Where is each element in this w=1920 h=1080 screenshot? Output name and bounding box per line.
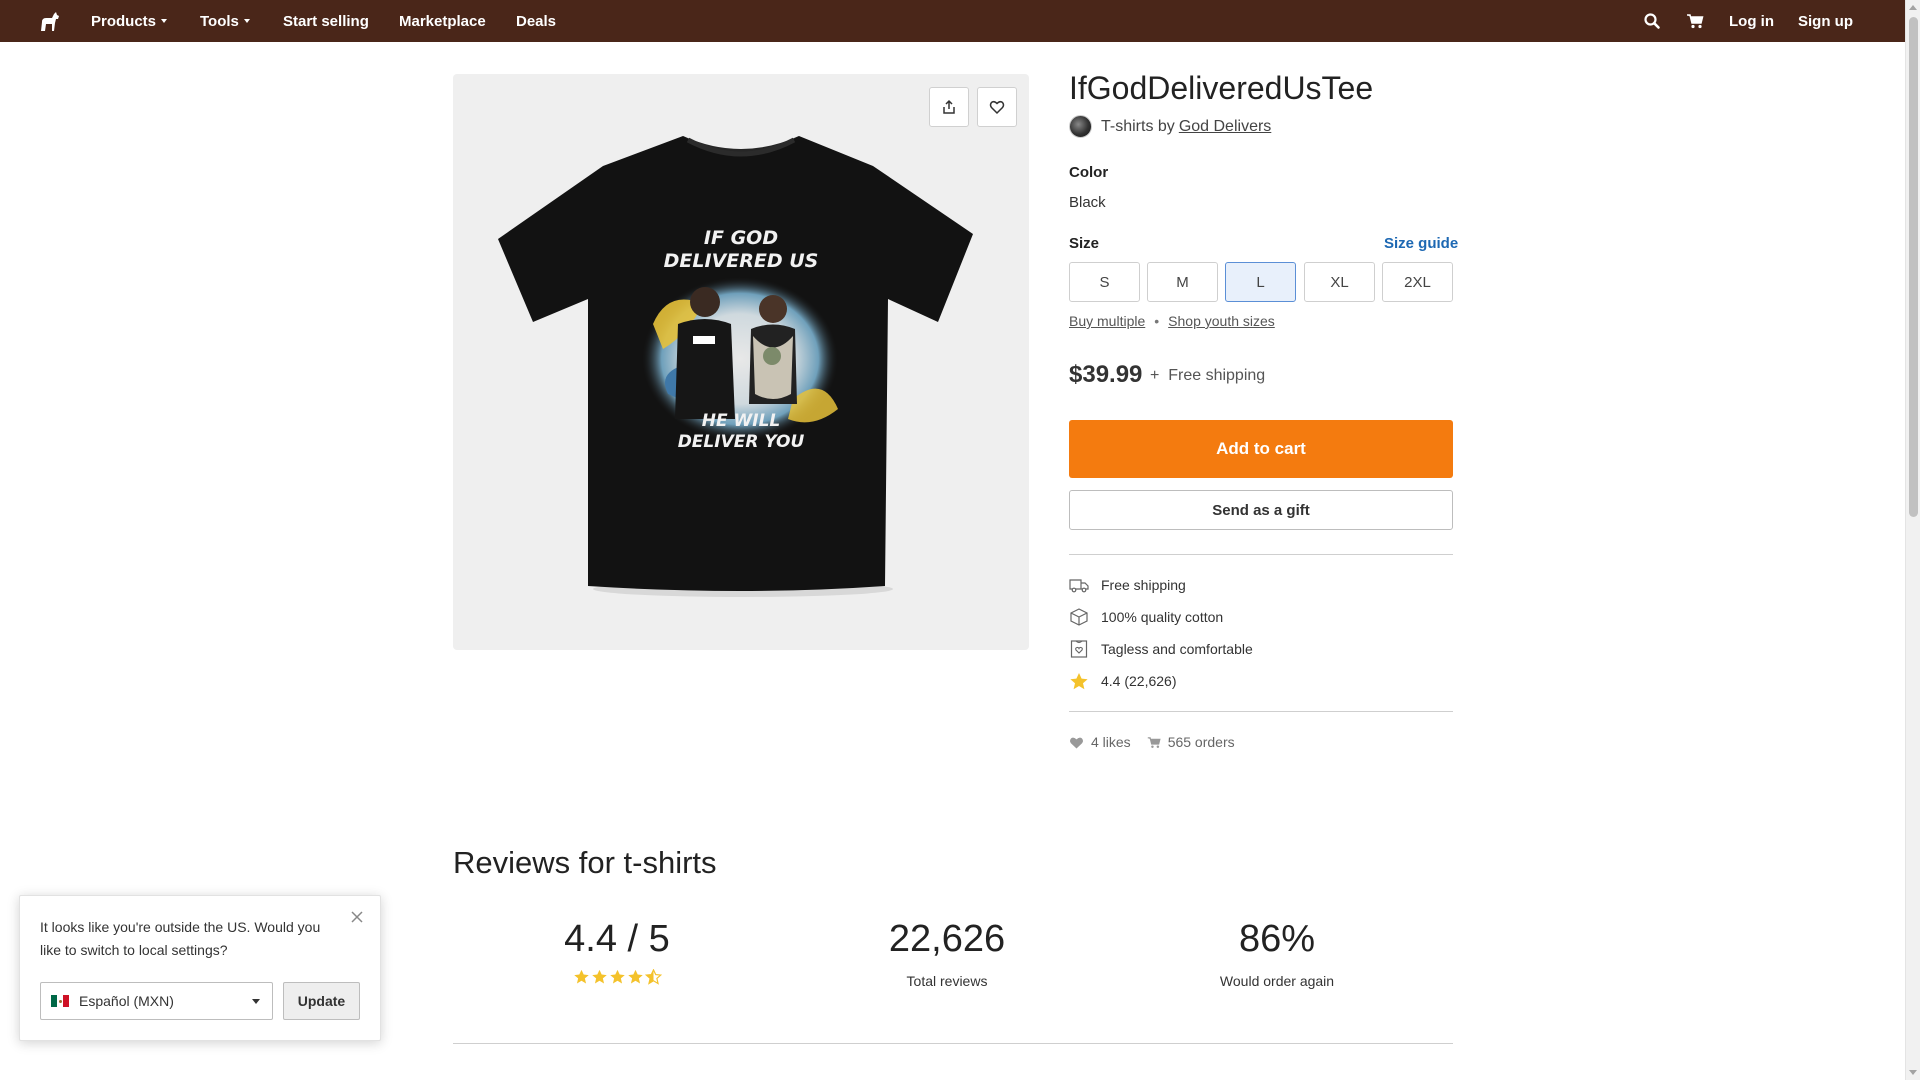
- locale-message: It looks like you're outside the US. Wou…: [40, 919, 321, 958]
- box-icon: [1069, 607, 1089, 627]
- star-icon: [573, 969, 589, 984]
- tshirt-image: IF GOD DELIVERED US HE WILL DELIVER YOU: [498, 136, 973, 597]
- tag-icon: [1069, 639, 1089, 659]
- star-icon: [627, 969, 643, 984]
- rating-stars: [497, 969, 737, 985]
- share-icon: [943, 99, 955, 114]
- heart-icon: [1070, 737, 1083, 749]
- product-byline: T-shirts by God Delivers: [1069, 115, 1271, 138]
- svg-text:DELIVERED US: DELIVERED US: [664, 250, 819, 272]
- divider: [1069, 554, 1453, 555]
- chevron-down-icon: [161, 19, 168, 23]
- product-image[interactable]: IF GOD DELIVERED US HE WILL DELIVER YOU: [453, 74, 1029, 650]
- cart-icon: [1147, 736, 1161, 748]
- top-nav: Products Tools Start selling Marketplace…: [0, 0, 1905, 42]
- product-category: T-shirts: [1101, 117, 1154, 135]
- feature-rating: 4.4 (22,626): [1069, 671, 1177, 691]
- nav-products[interactable]: Products: [91, 0, 168, 42]
- chevron-down-icon: [252, 999, 260, 1004]
- nav-marketplace[interactable]: Marketplace: [399, 0, 486, 42]
- product-stats: 4 likes 565 orders: [1069, 734, 1251, 750]
- review-rating-stat: 4.4 / 5: [497, 918, 737, 985]
- size-guide-link[interactable]: Size guide: [1384, 235, 1458, 252]
- scroll-up-icon[interactable]: [1909, 5, 1917, 10]
- chevron-down-icon: [243, 19, 250, 23]
- reviews-title: Reviews for t-shirts: [453, 845, 717, 880]
- buy-multiple-link[interactable]: Buy multiple: [1069, 313, 1145, 329]
- product-title: IfGodDeliveredUsTee: [1069, 70, 1374, 106]
- login-link[interactable]: Log in: [1729, 0, 1774, 42]
- shirt-text-top: IF GOD: [704, 227, 778, 249]
- size-option-l[interactable]: L: [1225, 262, 1296, 302]
- size-option-s[interactable]: S: [1069, 262, 1140, 302]
- share-button[interactable]: [929, 87, 969, 127]
- size-label: Size: [1069, 235, 1100, 252]
- update-locale-button[interactable]: Update: [283, 982, 360, 1020]
- size-option-2xl[interactable]: 2XL: [1382, 262, 1453, 302]
- size-option-xl[interactable]: XL: [1304, 262, 1375, 302]
- size-links: Buy multiple • Shop youth sizes: [1069, 313, 1275, 329]
- heart-icon: [989, 100, 1005, 115]
- cart-icon[interactable]: [1686, 12, 1704, 30]
- color-label: Color: [1069, 164, 1109, 181]
- artist-link[interactable]: God Delivers: [1179, 118, 1271, 136]
- locale-select[interactable]: Español (MXN): [40, 982, 273, 1020]
- divider: [1069, 711, 1453, 712]
- scroll-thumb[interactable]: [1909, 17, 1918, 517]
- size-option-m[interactable]: M: [1147, 262, 1218, 302]
- divider: [453, 1043, 1453, 1044]
- star-icon: [591, 969, 607, 984]
- mexico-flag-icon: [51, 995, 69, 1007]
- add-to-cart-button[interactable]: Add to cart: [1069, 420, 1453, 478]
- nav-start-selling[interactable]: Start selling: [283, 0, 369, 42]
- color-value: Black: [1069, 194, 1106, 211]
- star-icon: [609, 969, 625, 984]
- signup-link[interactable]: Sign up: [1798, 0, 1853, 42]
- scroll-down-icon[interactable]: [1909, 1070, 1917, 1075]
- review-again: 86%: [1238, 918, 1316, 960]
- review-again-label: Would order again: [1219, 973, 1335, 989]
- review-rating: 4.4 / 5: [564, 918, 670, 960]
- locale-popup: It looks like you're outside the US. Wou…: [19, 895, 381, 1041]
- favorite-button[interactable]: [977, 87, 1017, 127]
- svg-text:DELIVER YOU: DELIVER YOU: [678, 432, 805, 452]
- artist-avatar[interactable]: [1069, 115, 1092, 138]
- price-shipping: + Free shipping: [1150, 367, 1266, 384]
- feature-tagless: Tagless and comfortable: [1069, 639, 1253, 659]
- youth-sizes-link[interactable]: Shop youth sizes: [1168, 313, 1275, 329]
- nav-deals[interactable]: Deals: [516, 0, 556, 42]
- search-icon[interactable]: [1643, 12, 1661, 30]
- review-total-label: Total reviews: [906, 973, 988, 989]
- truck-icon: [1069, 575, 1089, 595]
- review-total-stat: 22,626 Total reviews: [827, 918, 1067, 989]
- send-gift-button[interactable]: Send as a gift: [1069, 490, 1453, 530]
- half-star-icon: [644, 969, 662, 985]
- nav-tools[interactable]: Tools: [200, 0, 250, 42]
- horse-logo-icon[interactable]: [38, 9, 62, 33]
- star-icon: [1069, 671, 1089, 691]
- shirt-text-bottom: HE WILL: [702, 411, 781, 431]
- feature-shipping: Free shipping: [1069, 575, 1186, 595]
- orders-count: 565 orders: [1147, 734, 1235, 750]
- product-price: $39.99: [1069, 361, 1143, 388]
- close-icon[interactable]: [350, 910, 364, 924]
- review-again-stat: 86% Would order again: [1157, 918, 1397, 989]
- page-scrollbar[interactable]: [1905, 0, 1920, 1080]
- review-total: 22,626: [888, 918, 1006, 960]
- likes-count[interactable]: 4 likes: [1069, 734, 1131, 750]
- feature-cotton: 100% quality cotton: [1069, 607, 1223, 627]
